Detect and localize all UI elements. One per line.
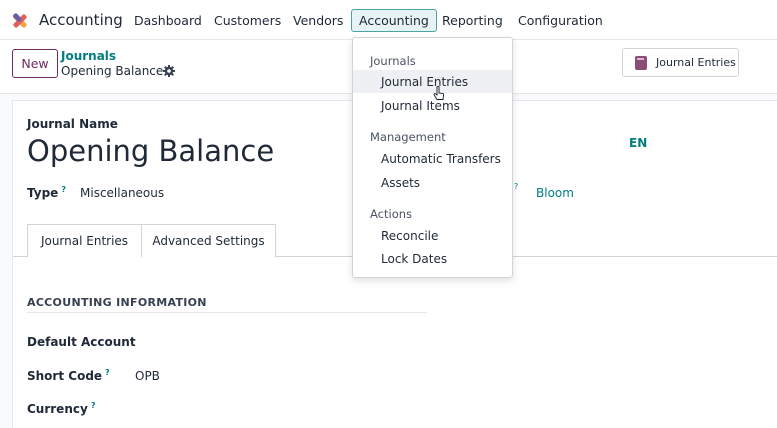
menu-header-management: Management	[370, 130, 446, 144]
nav-accounting[interactable]: Accounting	[351, 9, 437, 32]
menu-item-assets[interactable]: Assets	[353, 171, 512, 194]
tab-journal-entries[interactable]: Journal Entries	[27, 224, 142, 257]
journal-name-field[interactable]: Opening Balance	[27, 134, 274, 168]
short-code-label-text: Short Code	[27, 369, 103, 383]
company-field[interactable]: Bloom	[536, 186, 574, 200]
tab-advanced-settings[interactable]: Advanced Settings	[142, 224, 276, 257]
nav-vendors[interactable]: Vendors	[293, 13, 343, 28]
top-navbar: Accounting Dashboard Customers Vendors A…	[0, 0, 777, 40]
type-label-text: Type	[27, 186, 59, 200]
menu-item-lock-dates[interactable]: Lock Dates	[353, 247, 512, 270]
app-name[interactable]: Accounting	[39, 11, 123, 29]
type-label: Type?	[27, 185, 66, 200]
breadcrumb-current: Opening Balance	[61, 64, 164, 78]
gear-icon[interactable]	[163, 65, 175, 77]
short-code-tooltip-icon[interactable]: ?	[105, 368, 110, 377]
hand-cursor-icon	[433, 86, 445, 100]
nav-dashboard[interactable]: Dashboard	[134, 13, 202, 28]
company-tooltip-icon[interactable]: ?	[514, 182, 518, 191]
app-logo-icon[interactable]	[10, 11, 30, 31]
language-button[interactable]: EN	[629, 136, 647, 150]
menu-header-actions: Actions	[370, 207, 413, 221]
currency-tooltip-icon[interactable]: ?	[91, 401, 96, 410]
smart-button-label: Journal Entries	[656, 56, 736, 69]
type-field[interactable]: Miscellaneous	[80, 186, 164, 200]
currency-label-text: Currency	[27, 402, 88, 416]
currency-label: Currency?	[27, 401, 95, 416]
nav-customers[interactable]: Customers	[214, 13, 281, 28]
menu-header-journals: Journals	[370, 54, 416, 68]
type-tooltip-icon[interactable]: ?	[61, 185, 66, 194]
short-code-field[interactable]: OPB	[135, 369, 160, 383]
nav-reporting[interactable]: Reporting	[442, 13, 503, 28]
nav-configuration[interactable]: Configuration	[518, 13, 603, 28]
book-icon	[635, 55, 647, 70]
short-code-label: Short Code?	[27, 368, 110, 383]
menu-item-reconcile[interactable]: Reconcile	[353, 224, 512, 247]
breadcrumb-journals[interactable]: Journals	[61, 49, 116, 63]
new-button[interactable]: New	[12, 49, 58, 78]
journal-name-label: Journal Name	[27, 117, 118, 131]
menu-item-automatic-transfers[interactable]: Automatic Transfers	[353, 147, 512, 170]
accounting-dropdown-menu: Journals Journal Entries Journal Items M…	[352, 37, 513, 278]
section-title: ACCOUNTING INFORMATION	[27, 296, 207, 309]
section-divider	[27, 312, 427, 313]
default-account-label: Default Account	[27, 335, 136, 349]
journal-entries-smart-button[interactable]: Journal Entries	[622, 48, 739, 77]
